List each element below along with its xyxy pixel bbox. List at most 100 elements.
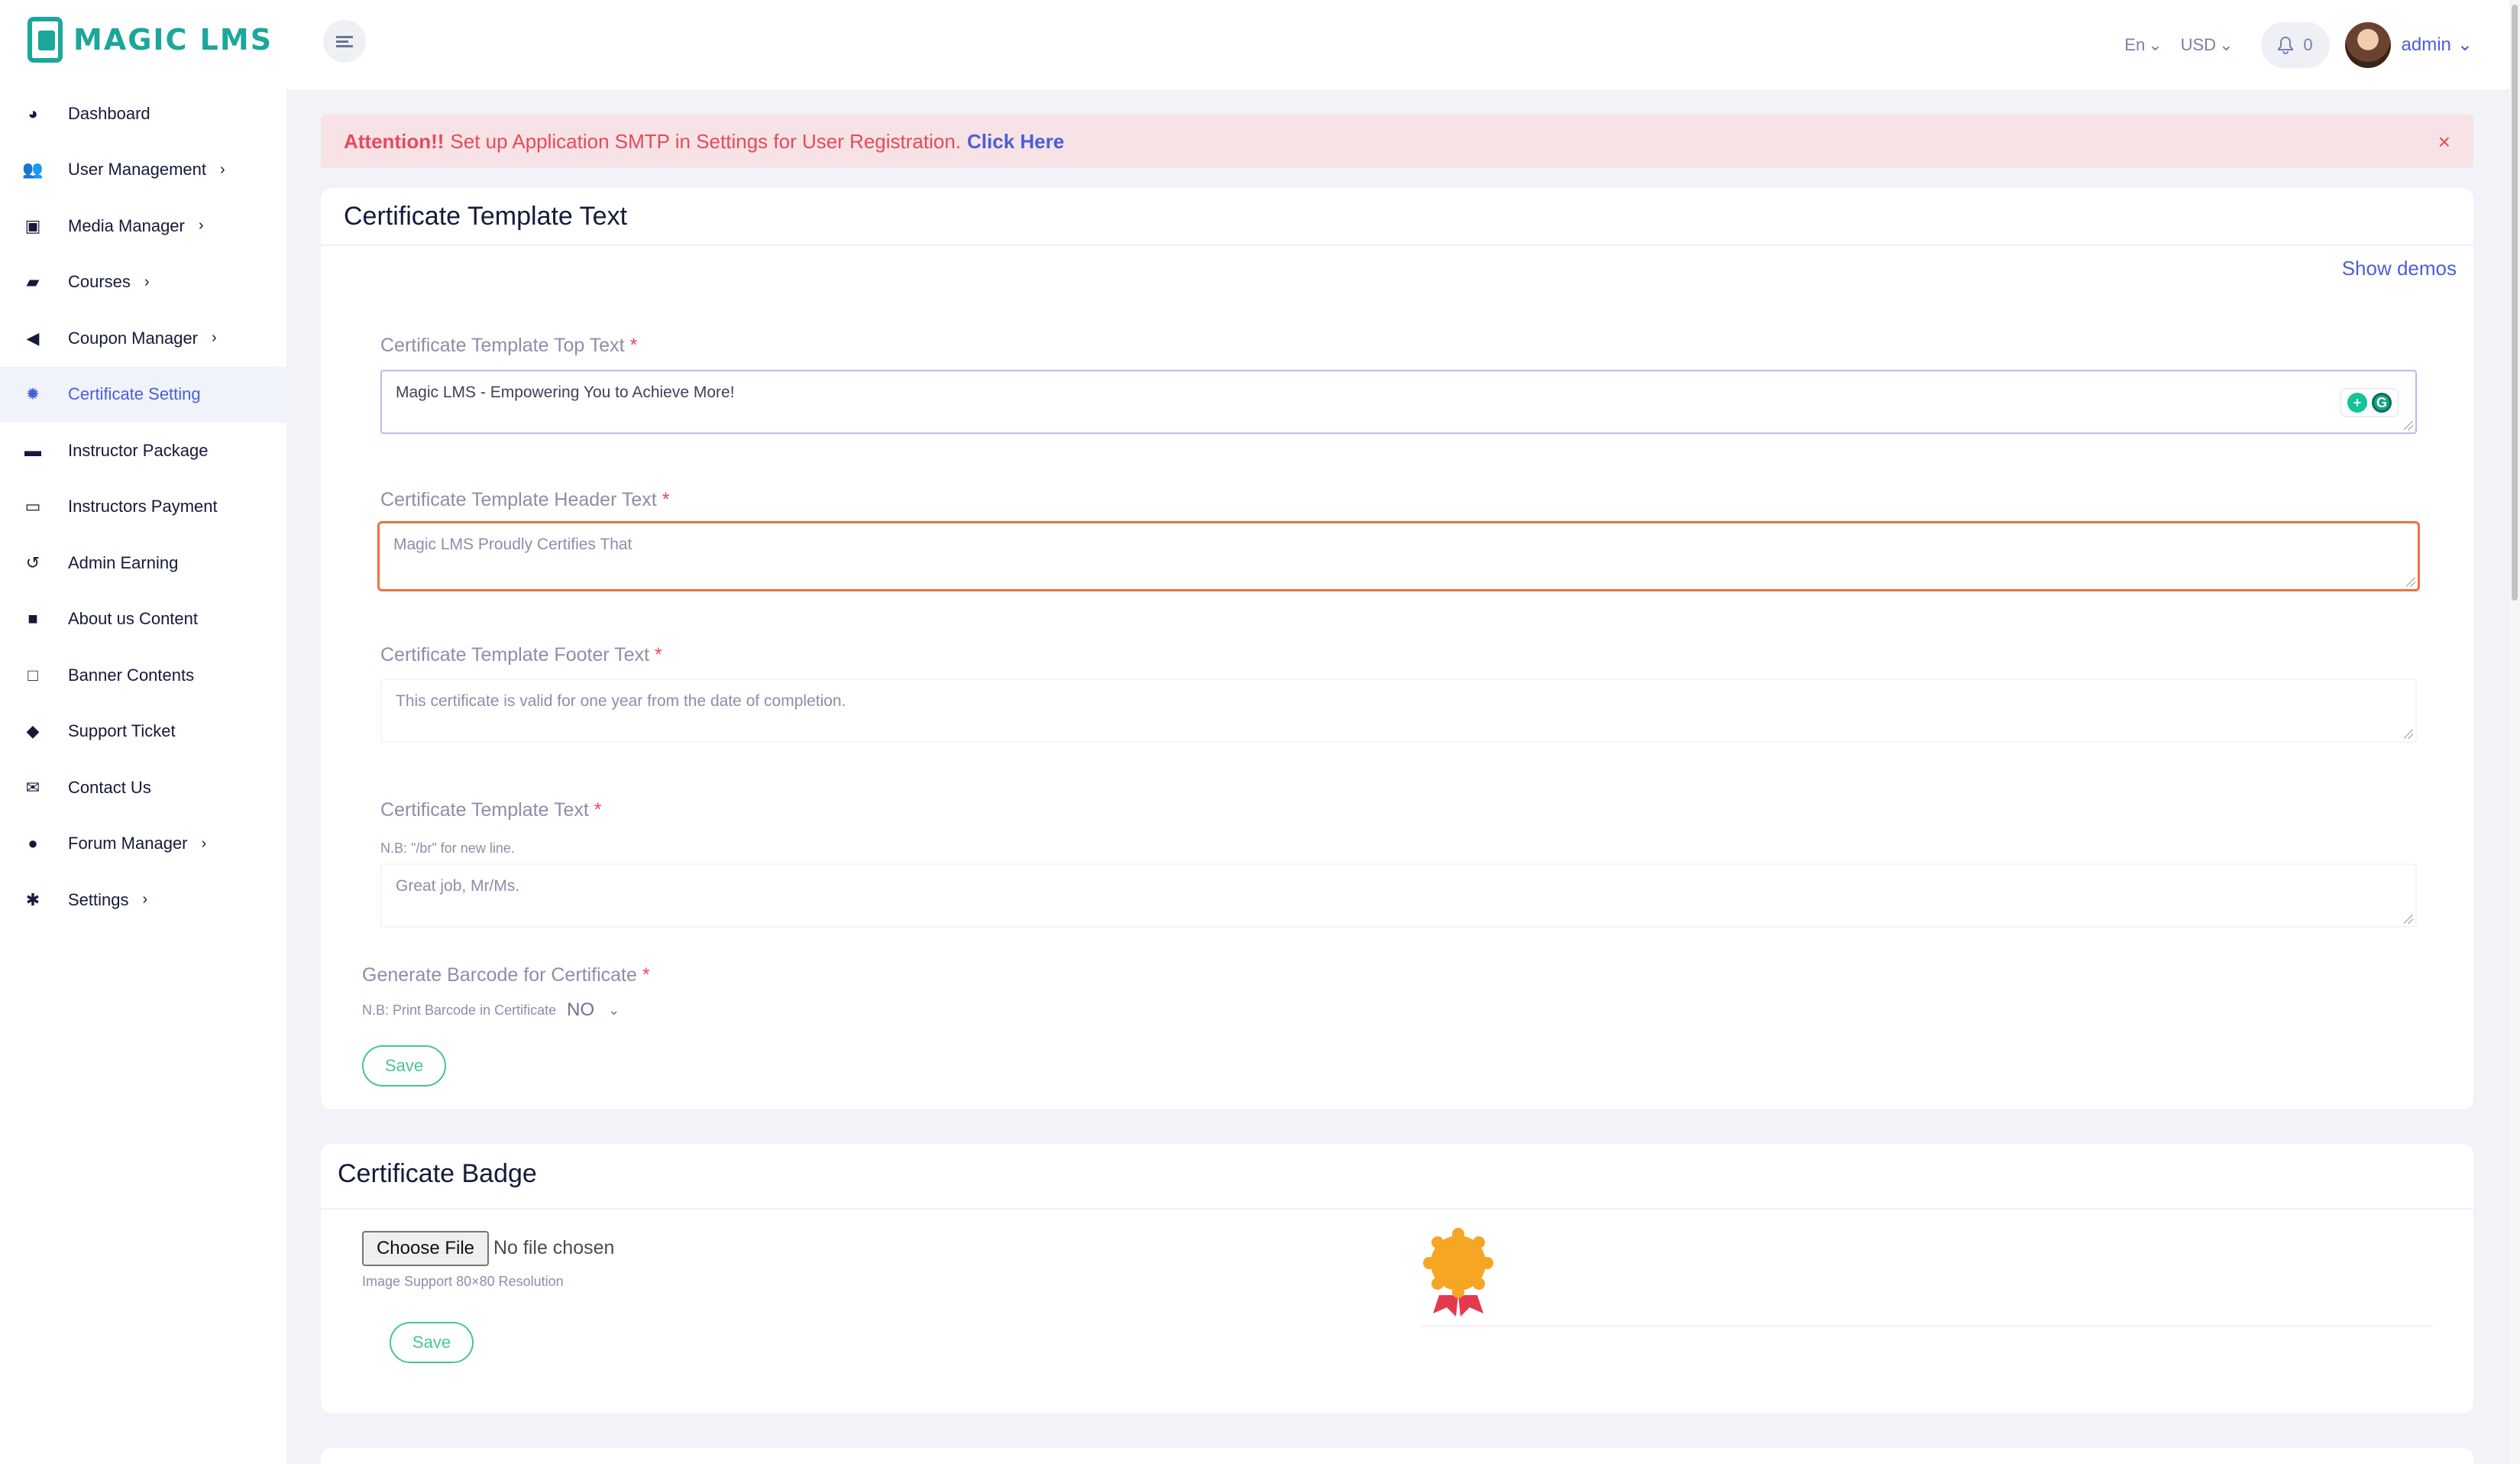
avatar[interactable] — [2344, 21, 2391, 68]
sidebar-item-support-ticket[interactable]: ◆ Support Ticket — [0, 704, 286, 760]
certificate-badge-card: Certificate Badge Choose File No file ch… — [321, 1144, 2473, 1413]
close-icon[interactable]: × — [2438, 130, 2450, 154]
badge-icon: ✹ — [25, 384, 40, 404]
brand-name: MAGIC LMS — [73, 23, 273, 57]
sidebar-item-admin-earning[interactable]: ↺ Admin Earning — [0, 535, 286, 591]
choose-file-button[interactable]: Choose File — [362, 1231, 489, 1266]
top-text-label: Certificate Template Top Text * — [380, 335, 637, 357]
sidebar-item-instructor-package[interactable]: ▬ Instructor Package — [0, 423, 286, 479]
megaphone-icon: ◀ — [26, 328, 40, 348]
currency-selector[interactable]: USD ⌄ — [2181, 35, 2234, 55]
page-scrollbar[interactable] — [2509, 0, 2520, 1464]
top-text-textarea[interactable]: Magic LMS - Empowering You to Achieve Mo… — [380, 370, 2417, 434]
smtp-alert: Attention!! Set up Application SMTP in S… — [321, 115, 2473, 168]
sidebar-item-banner-contents[interactable]: □ Banner Contents — [0, 647, 286, 704]
header-text-label-text: Certificate Template Header Text — [380, 489, 657, 510]
sidebar-item-courses[interactable]: ▰ Courses › — [0, 254, 286, 311]
sidebar-item-about-us-content[interactable]: ■ About us Content — [0, 591, 286, 648]
topbar: En ⌄ USD ⌄ 0 admin ⌄ — [286, 0, 2520, 89]
required-mark: * — [642, 964, 650, 986]
notifications-button[interactable]: 0 — [2260, 21, 2330, 68]
sidebar-item-media-manager[interactable]: ▣ Media Manager › — [0, 198, 286, 254]
sidebar-item-label: Forum Manager — [68, 834, 188, 853]
language-selector[interactable]: En ⌄ — [2124, 35, 2162, 55]
resize-handle-icon[interactable] — [2404, 421, 2413, 430]
scrollbar-thumb[interactable] — [2512, 5, 2518, 601]
body-text-label-text: Certificate Template Text — [380, 799, 589, 821]
barcode-select[interactable]: NO — [567, 999, 594, 1021]
required-mark: * — [594, 799, 602, 821]
sidebar-item-instructors-payment[interactable]: ▭ Instructors Payment — [0, 479, 286, 536]
sidebar-item-label: Support Ticket — [68, 721, 176, 741]
history-icon: ↺ — [25, 552, 40, 572]
question-circle-icon: ● — [27, 834, 38, 853]
sidebar-item-label: Dashboard — [68, 103, 150, 123]
menu-toggle-button[interactable] — [323, 20, 366, 63]
grammarly-widget[interactable]: + G — [2340, 388, 2399, 417]
body-text-textarea[interactable]: Great job, Mr/Ms. — [380, 863, 2417, 928]
sidebar-item-label: Settings — [68, 889, 129, 909]
sidebar-item-label: User Management — [68, 160, 206, 180]
chevron-down-icon: ⌄ — [2219, 34, 2234, 54]
sidebar-item-label: Media Manager — [68, 215, 185, 235]
language-value: En — [2124, 34, 2146, 54]
card-divider — [321, 245, 2473, 246]
alert-click-here-link[interactable]: Click Here — [967, 130, 1064, 154]
alert-prefix: Attention!! — [344, 129, 445, 153]
chevron-down-icon[interactable]: ⌄ — [608, 1002, 619, 1019]
user-menu[interactable]: admin ⌄ — [2402, 34, 2473, 56]
certificate-template-card: Certificate Template Text Show demos Cer… — [321, 188, 2473, 1109]
note-icon: ■ — [27, 609, 38, 629]
resize-handle-icon[interactable] — [2404, 915, 2413, 924]
sidebar-item-settings[interactable]: ✱ Settings › — [0, 872, 286, 928]
sidebar-item-contact-us[interactable]: ✉ Contact Us — [0, 760, 286, 816]
chevron-right-icon: › — [212, 329, 217, 347]
sidebar-item-label: Certificate Setting — [68, 384, 201, 404]
barcode-label-text: Generate Barcode for Certificate — [362, 964, 637, 986]
resize-handle-icon[interactable] — [2406, 578, 2415, 587]
next-card — [321, 1448, 2473, 1464]
required-mark: * — [629, 335, 638, 356]
required-mark: * — [662, 489, 670, 510]
chevron-right-icon: › — [201, 834, 207, 852]
sidebar-item-label: Contact Us — [68, 777, 151, 797]
chevron-right-icon: › — [142, 891, 148, 909]
sidebar-item-dashboard[interactable]: ◕ Dashboard — [0, 86, 286, 142]
save-badge-button[interactable]: Save — [390, 1322, 474, 1363]
currency-value: USD — [2180, 34, 2217, 54]
save-template-button[interactable]: Save — [362, 1045, 446, 1087]
palette-icon: ◕ — [27, 103, 38, 123]
top-text-value: Magic LMS - Empowering You to Achieve Mo… — [396, 384, 735, 401]
sidebar-item-certificate-setting[interactable]: ✹ Certificate Setting — [0, 366, 286, 423]
grammarly-suggest-icon: + — [2347, 393, 2367, 413]
sidebar-item-forum-manager[interactable]: ● Forum Manager › — [0, 816, 286, 873]
notification-count: 0 — [2303, 34, 2313, 54]
chevron-right-icon: › — [198, 217, 204, 235]
ticket-icon: ◆ — [26, 721, 40, 741]
show-demos-link[interactable]: Show demos — [2342, 257, 2457, 280]
sticky-note-icon: □ — [27, 665, 38, 685]
file-status: No file chosen — [493, 1237, 615, 1258]
sidebar-item-user-management[interactable]: 👥 User Management › — [0, 142, 286, 199]
envelope-open-icon: ✉ — [25, 777, 40, 797]
chevron-right-icon: › — [219, 160, 225, 178]
card-divider — [321, 1208, 2473, 1210]
resize-handle-icon[interactable] — [2404, 730, 2413, 739]
book-logo-icon — [27, 17, 63, 63]
user-name: admin — [2401, 34, 2451, 55]
footer-text-textarea[interactable]: This certificate is valid for one year f… — [380, 679, 2417, 743]
chevron-right-icon: › — [144, 273, 150, 290]
header-text-textarea[interactable]: Magic LMS Proudly Certifies That — [377, 521, 2420, 591]
alert-message: Set up Application SMTP in Settings for … — [450, 129, 962, 153]
sidebar-item-label: Banner Contents — [68, 665, 195, 685]
sidebar: MAGIC LMS ◕ Dashboard 👥 User Management › ▣ Me… — [0, 0, 286, 1464]
sidebar-item-coupon-manager[interactable]: ◀ Coupon Manager › — [0, 310, 286, 367]
sidebar-item-label: Instructor Package — [68, 440, 209, 460]
divider — [1421, 1325, 2433, 1327]
card-title: Certificate Badge — [338, 1159, 537, 1188]
grammarly-icon: G — [2372, 393, 2392, 413]
bell-icon — [2278, 36, 2294, 54]
barcode-label: Generate Barcode for Certificate * — [362, 964, 650, 986]
sidebar-item-label: Admin Earning — [68, 552, 179, 572]
brand-logo[interactable]: MAGIC LMS — [27, 17, 273, 63]
